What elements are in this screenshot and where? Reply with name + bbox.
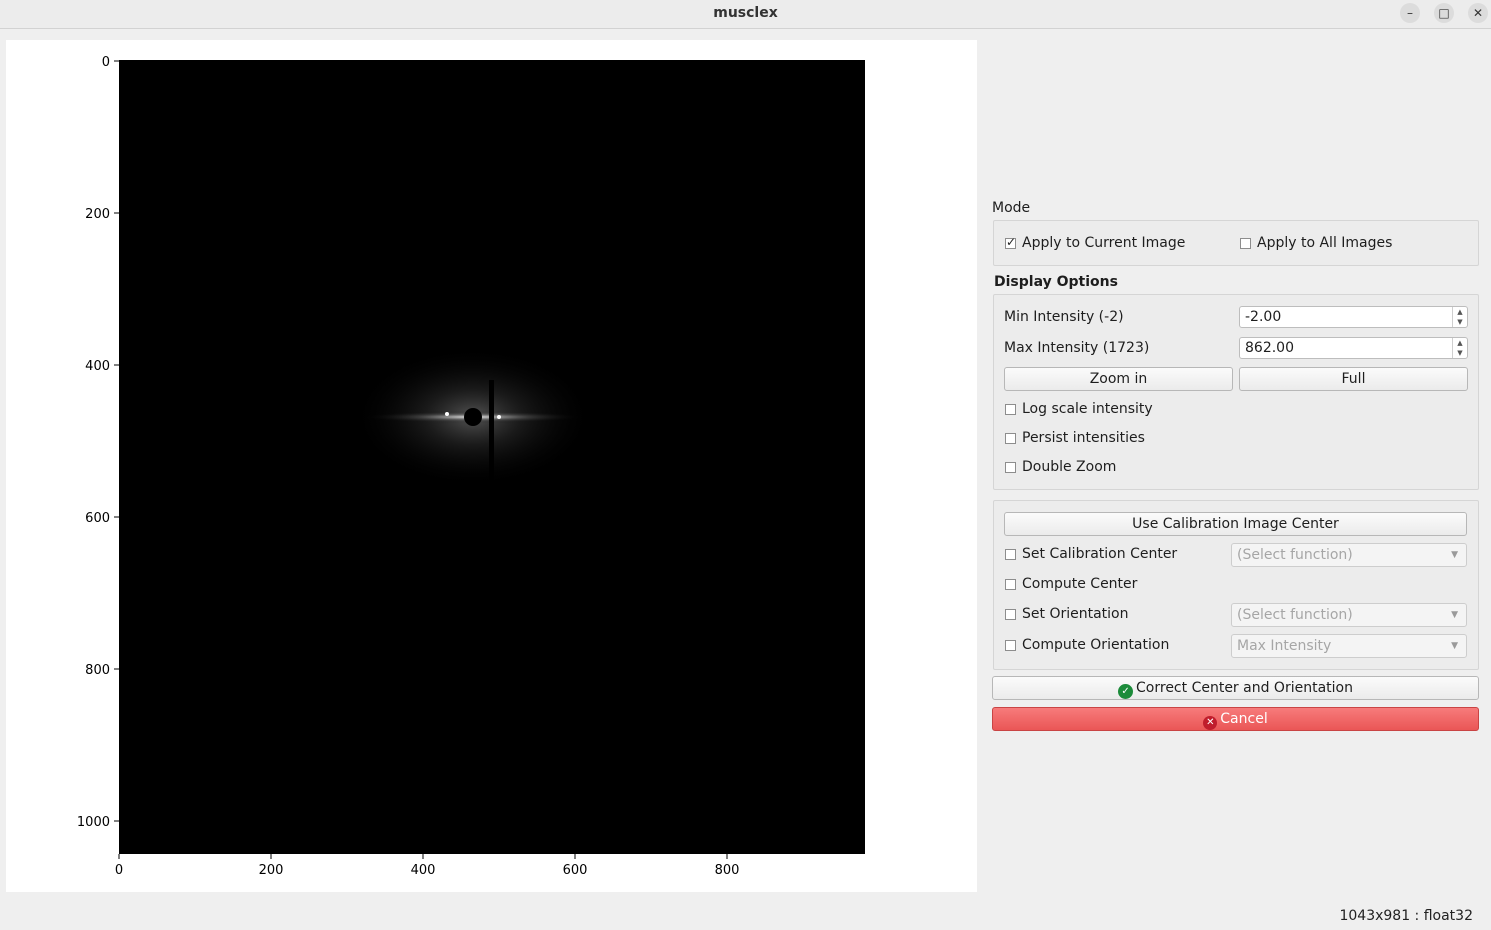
chevron-down-icon: ▼ [1451,641,1458,651]
compute-orientation-checkbox[interactable]: Compute Orientation [1005,635,1169,655]
checkbox-box[interactable] [1005,432,1016,444]
y-tick-label: 0 [102,55,110,70]
compute-orientation-method-select[interactable]: Max Intensity ▼ [1231,634,1467,658]
button-label: Correct Center and Orientation [1136,680,1353,696]
max-intensity-label: Max Intensity (1723) [1004,340,1150,356]
max-intensity-value: 862.00 [1245,340,1294,356]
y-tick-label: 800 [85,663,110,678]
select-value: Max Intensity [1237,638,1332,654]
apply-all-checkbox[interactable]: Apply to All Images [1240,233,1392,253]
max-intensity-spinbox[interactable]: 862.00 ▲ ▼ [1239,337,1468,359]
maximize-icon[interactable]: □ [1434,3,1454,23]
spin-arrows-icon[interactable]: ▲ ▼ [1452,307,1467,327]
checkbox-label: Set Calibration Center [1022,546,1178,562]
zoom-in-button[interactable]: Zoom in [1004,367,1233,391]
min-intensity-label: Min Intensity (-2) [1004,309,1124,325]
log-scale-checkbox[interactable]: Log scale intensity [1005,399,1153,419]
set-calibration-function-select[interactable]: (Select function) ▼ [1231,543,1467,567]
y-tick-label: 400 [85,359,110,374]
set-calibration-center-checkbox[interactable]: Set Calibration Center [1005,544,1177,564]
checkbox-box[interactable] [1240,237,1251,249]
apply-current-checkbox[interactable]: Apply to Current Image [1005,233,1185,253]
plot-svg: 0 200 400 600 800 0 200 400 600 800 1000 [77,55,865,878]
mode-label: Mode [992,200,1031,216]
correct-center-orientation-button[interactable]: ✓ Correct Center and Orientation [992,676,1479,700]
y-tick-label: 200 [85,207,110,222]
reflection-left [445,412,449,416]
x-tick-label: 600 [563,863,588,878]
chevron-down-icon: ▼ [1451,550,1458,560]
beamstop-arm [489,380,494,520]
x-tick-label: 200 [259,863,284,878]
cancel-button[interactable]: ✕ Cancel [992,707,1479,731]
use-calibration-center-button[interactable]: Use Calibration Image Center [1004,512,1467,536]
beamstop [464,408,482,426]
select-value: (Select function) [1237,547,1353,563]
min-intensity-spinbox[interactable]: -2.00 ▲ ▼ [1239,306,1468,328]
display-options-title: Display Options [994,274,1118,290]
center-orientation-group: Use Calibration Image Center Set Calibra… [993,500,1479,670]
y-tick-label: 600 [85,511,110,526]
check-circle-icon: ✓ [1118,684,1134,699]
compute-center-checkbox[interactable]: Compute Center [1005,574,1137,594]
y-tick-label: 1000 [77,815,110,830]
checkbox-label: Set Orientation [1022,606,1129,622]
x-tick-label: 400 [411,863,436,878]
checkbox-box[interactable] [1005,235,1016,249]
checkbox-box[interactable] [1005,548,1016,560]
select-value: (Select function) [1237,607,1353,623]
min-intensity-value: -2.00 [1245,309,1282,325]
checkbox-box[interactable] [1005,578,1016,590]
checkbox-label: Persist intensities [1022,430,1145,446]
mode-group: Apply to Current Image Apply to All Imag… [993,220,1479,266]
status-info: 1043x981 : float32 [1339,908,1473,924]
checkbox-box[interactable] [1005,461,1016,473]
window-title: musclex [713,5,778,21]
checkbox-label: Compute Center [1022,576,1138,592]
checkbox-label: Double Zoom [1022,459,1117,475]
x-tick-label: 0 [115,863,123,878]
button-label: Cancel [1220,711,1268,727]
checkbox-label: Log scale intensity [1022,401,1153,417]
title-bar: musclex – □ ✕ [0,0,1491,29]
checkbox-box[interactable] [1005,639,1016,651]
chevron-down-icon: ▼ [1451,610,1458,620]
x-axis: 0 200 400 600 800 [115,854,740,878]
set-orientation-checkbox[interactable]: Set Orientation [1005,604,1128,624]
display-options-group: Min Intensity (-2) -2.00 ▲ ▼ Max Intensit… [993,294,1479,490]
reflection-right [497,415,501,419]
full-button[interactable]: Full [1239,367,1468,391]
double-zoom-checkbox[interactable]: Double Zoom [1005,457,1116,477]
checkbox-label: Apply to All Images [1257,235,1393,251]
set-orientation-function-select[interactable]: (Select function) ▼ [1231,603,1467,627]
spin-arrows-icon[interactable]: ▲ ▼ [1452,338,1467,358]
image-plot[interactable]: 0 200 400 600 800 0 200 400 600 800 1000 [6,40,977,892]
close-icon[interactable]: ✕ [1468,3,1488,23]
persist-intensities-checkbox[interactable]: Persist intensities [1005,428,1145,448]
minimize-icon[interactable]: – [1400,3,1420,23]
checkbox-label: Compute Orientation [1022,637,1170,653]
diffraction-image [119,60,865,854]
y-axis: 0 200 400 600 800 1000 [77,55,119,830]
checkbox-box[interactable] [1005,608,1016,620]
x-circle-icon: ✕ [1203,716,1218,730]
checkbox-box[interactable] [1005,403,1016,415]
x-tick-label: 800 [715,863,740,878]
checkbox-label: Apply to Current Image [1022,235,1186,251]
